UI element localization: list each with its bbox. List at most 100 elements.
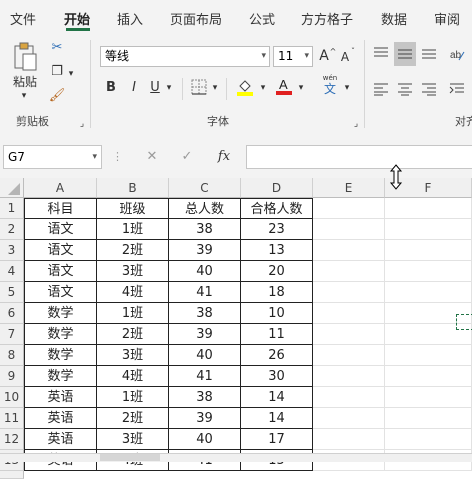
table-cell[interactable] [313, 345, 385, 366]
fill-color-dropdown-icon[interactable]: ▾ [258, 80, 268, 96]
column-header-B[interactable]: B [97, 178, 169, 198]
table-cell[interactable]: 英语 [24, 387, 97, 408]
underline-dropdown-icon[interactable]: ▾ [164, 80, 174, 96]
table-cell[interactable]: 18 [241, 282, 313, 303]
row-header[interactable]: 4 [0, 261, 24, 282]
indent-icon[interactable] [448, 82, 466, 101]
insert-function-icon[interactable]: fx [215, 149, 233, 165]
column-header-A[interactable]: A [24, 178, 97, 198]
font-launcher-icon[interactable]: ⌟ [351, 116, 361, 132]
table-cell[interactable]: 3班 [97, 261, 169, 282]
font-name-select[interactable]: 等线 ▾ [100, 46, 270, 67]
font-color-dropdown-icon[interactable]: ▾ [296, 80, 306, 96]
table-cell[interactable] [313, 198, 385, 219]
header-cell[interactable]: 合格人数 [241, 198, 313, 219]
bold-button[interactable]: B [104, 80, 118, 96]
row-header[interactable]: 2 [0, 219, 24, 240]
table-cell[interactable]: 3班 [97, 345, 169, 366]
row-header[interactable]: 8 [0, 345, 24, 366]
table-cell[interactable] [313, 240, 385, 261]
row-header[interactable]: 3 [0, 240, 24, 261]
table-cell[interactable]: 17 [241, 429, 313, 450]
row-header[interactable]: 10 [0, 387, 24, 408]
table-cell[interactable]: 语文 [24, 261, 97, 282]
table-cell[interactable]: 11 [241, 324, 313, 345]
row-header[interactable] [0, 471, 24, 479]
table-cell[interactable]: 数学 [24, 345, 97, 366]
table-cell[interactable]: 23 [241, 219, 313, 240]
table-cell[interactable] [385, 408, 472, 429]
scroll-thumb[interactable] [100, 454, 160, 461]
table-cell[interactable]: 20 [241, 261, 313, 282]
align-left-icon[interactable] [372, 82, 390, 101]
table-cell[interactable] [313, 366, 385, 387]
table-cell[interactable]: 4班 [97, 366, 169, 387]
table-cell[interactable]: 40 [169, 261, 241, 282]
table-cell[interactable] [313, 324, 385, 345]
table-cell[interactable] [385, 282, 472, 303]
table-cell[interactable]: 数学 [24, 303, 97, 324]
underline-button[interactable]: U [148, 80, 162, 96]
column-header-D[interactable]: D [241, 178, 313, 198]
table-cell[interactable]: 1班 [97, 303, 169, 324]
italic-button[interactable]: I [127, 80, 141, 96]
table-cell[interactable]: 英语 [24, 408, 97, 429]
tab-2[interactable]: 插入 [117, 9, 143, 28]
table-cell[interactable]: 38 [169, 219, 241, 240]
table-cell[interactable]: 数学 [24, 366, 97, 387]
table-cell[interactable] [385, 429, 472, 450]
table-cell[interactable] [385, 345, 472, 366]
row-header[interactable]: 7 [0, 324, 24, 345]
table-cell[interactable]: 2班 [97, 324, 169, 345]
tab-0[interactable]: 文件 [10, 9, 36, 28]
row-header[interactable]: 5 [0, 282, 24, 303]
name-box[interactable]: G7 ▾ [3, 145, 102, 169]
table-cell[interactable]: 1班 [97, 387, 169, 408]
table-cell[interactable]: 1班 [97, 219, 169, 240]
table-cell[interactable]: 英语 [24, 429, 97, 450]
header-cell[interactable]: 总人数 [169, 198, 241, 219]
header-cell[interactable]: 班级 [97, 198, 169, 219]
table-cell[interactable] [313, 429, 385, 450]
table-cell[interactable]: 41 [169, 366, 241, 387]
row-header[interactable]: 1 [0, 198, 24, 219]
top-align-icon[interactable] [372, 46, 390, 65]
select-all-corner[interactable] [0, 178, 24, 198]
paste-dropdown-icon[interactable]: ▾ [18, 88, 30, 104]
table-cell[interactable]: 39 [169, 240, 241, 261]
tab-4[interactable]: 公式 [249, 9, 275, 28]
table-cell[interactable]: 40 [169, 345, 241, 366]
middle-align-icon[interactable] [394, 42, 416, 66]
table-cell[interactable] [313, 408, 385, 429]
font-size-select[interactable]: 11 ▾ [273, 46, 313, 67]
table-cell[interactable] [385, 198, 472, 219]
align-center-icon[interactable] [396, 82, 414, 101]
paste-icon[interactable] [12, 42, 38, 72]
table-cell[interactable]: 3班 [97, 429, 169, 450]
fill-color-icon[interactable] [236, 78, 254, 101]
tab-3[interactable]: 页面布局 [170, 9, 222, 28]
row-header[interactable]: 9 [0, 366, 24, 387]
table-cell[interactable]: 语文 [24, 240, 97, 261]
table-cell[interactable] [385, 240, 472, 261]
clipboard-launcher-icon[interactable]: ⌟ [77, 116, 87, 132]
phonetic-guide-icon[interactable]: wén 文 [320, 74, 340, 96]
cancel-icon[interactable]: ✕ [143, 149, 161, 165]
phonetic-dropdown-icon[interactable]: ▾ [342, 80, 352, 96]
table-cell[interactable]: 10 [241, 303, 313, 324]
table-cell[interactable] [313, 261, 385, 282]
tab-1[interactable]: 开始 [64, 9, 90, 28]
copy-dropdown-icon[interactable]: ▾ [66, 66, 76, 82]
tab-5[interactable]: 方方格子 [301, 9, 353, 28]
table-cell[interactable] [313, 303, 385, 324]
row-header[interactable]: 11 [0, 408, 24, 429]
copy-icon[interactable]: ❐ [48, 64, 66, 80]
table-cell[interactable]: 14 [241, 387, 313, 408]
table-cell[interactable] [385, 366, 472, 387]
table-cell[interactable]: 40 [169, 429, 241, 450]
table-cell[interactable]: 26 [241, 345, 313, 366]
table-cell[interactable]: 38 [169, 303, 241, 324]
table-cell[interactable] [385, 219, 472, 240]
table-cell[interactable]: 41 [169, 282, 241, 303]
formula-input[interactable] [246, 145, 472, 169]
